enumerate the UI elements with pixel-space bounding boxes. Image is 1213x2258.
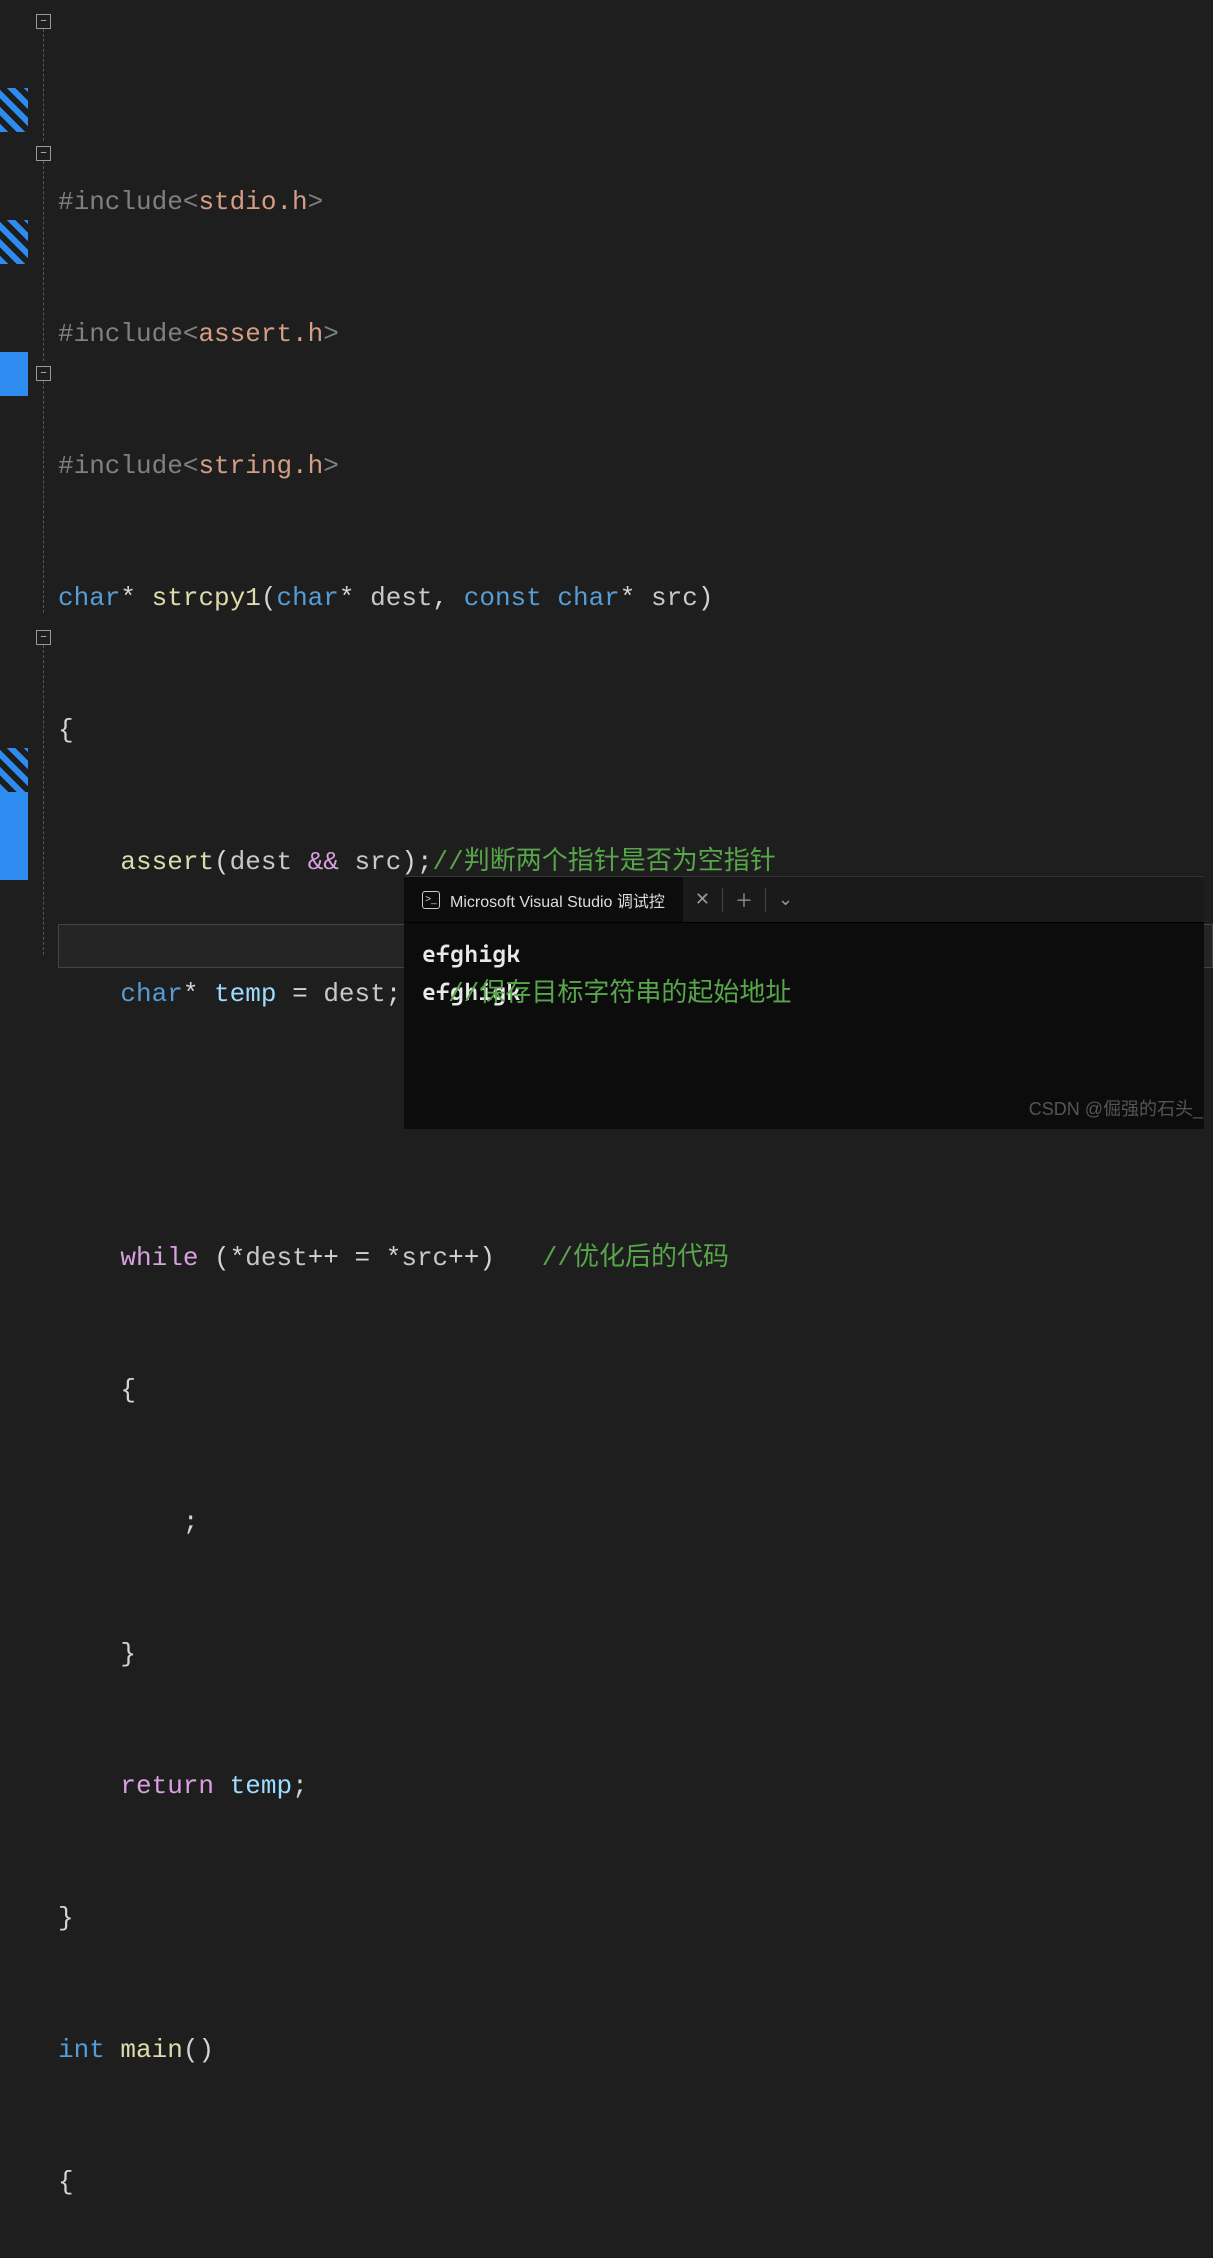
console-line: efghigk [422, 935, 1186, 973]
code-line[interactable]: int main() [58, 2028, 1213, 2072]
console-tab-title: Microsoft Visual Studio 调试控 [450, 888, 665, 912]
code-line[interactable]: } [58, 1896, 1213, 1940]
code-line[interactable]: } [58, 1632, 1213, 1676]
code-line[interactable]: #include<string.h> [58, 444, 1213, 488]
fold-gutter: − − − − [28, 0, 58, 1129]
code-line[interactable]: return temp; [58, 1764, 1213, 1808]
add-tab-icon[interactable]: ＋ [723, 887, 765, 913]
code-line[interactable]: { [58, 2160, 1213, 2204]
code-line[interactable]: { [58, 708, 1213, 752]
fold-toggle-icon[interactable]: − [36, 146, 51, 161]
change-gutter [0, 0, 28, 1129]
code-line[interactable] [58, 1104, 1213, 1148]
terminal-icon: >_ [422, 891, 440, 909]
code-line[interactable]: #include<assert.h> [58, 312, 1213, 356]
fold-toggle-icon[interactable]: − [36, 630, 51, 645]
close-icon[interactable]: ✕ [683, 889, 722, 911]
fold-toggle-icon[interactable]: − [36, 366, 51, 381]
fold-toggle-icon[interactable]: − [36, 14, 51, 29]
code-line[interactable]: char* temp = dest; //保存目标字符串的起始地址 [58, 972, 1213, 1016]
code-line[interactable]: { [58, 1368, 1213, 1412]
code-line[interactable]: char* strcpy1(char* dest, const char* sr… [58, 576, 1213, 620]
chevron-down-icon[interactable]: ⌄ [766, 889, 805, 911]
code-line[interactable]: assert(dest && src);//判断两个指针是否为空指针 [58, 840, 1213, 884]
code-line[interactable]: while (*dest++ = *src++) //优化后的代码 [58, 1236, 1213, 1280]
code-line[interactable]: ; [58, 1500, 1213, 1544]
code-line[interactable]: #include<stdio.h> [58, 180, 1213, 224]
